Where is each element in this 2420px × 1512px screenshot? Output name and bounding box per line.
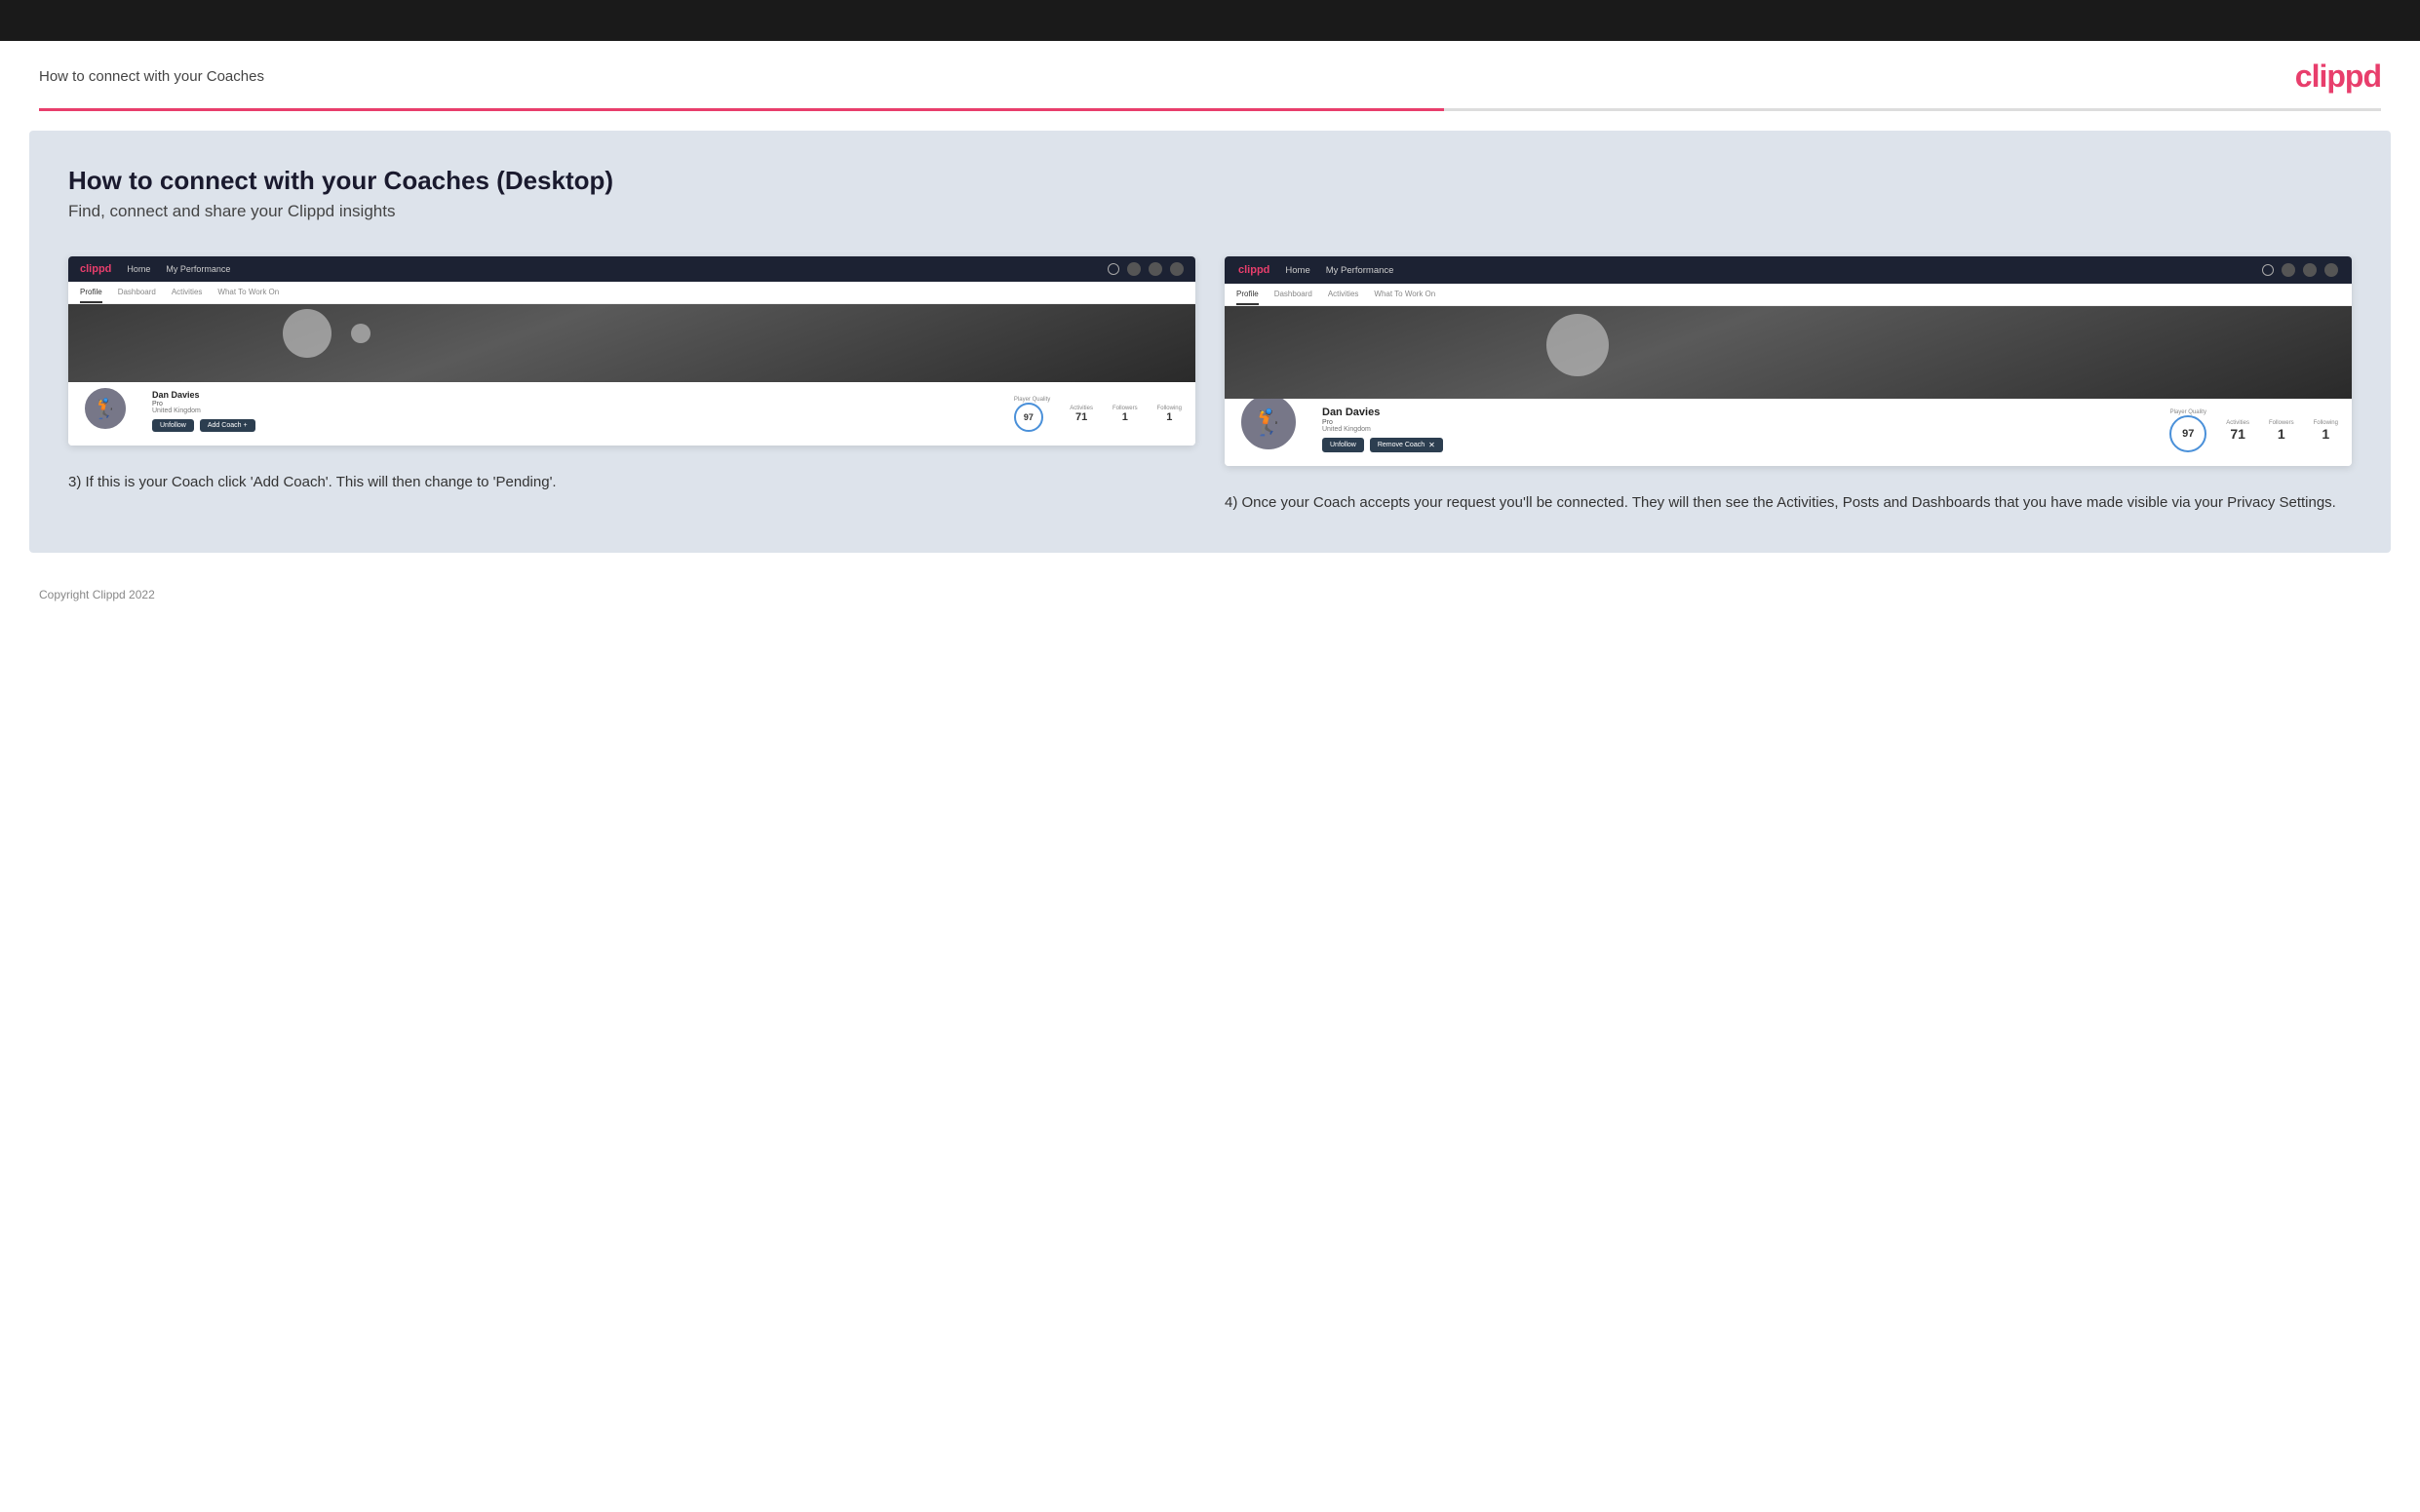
search-icon-left[interactable] xyxy=(1108,263,1119,275)
profile-buttons-right: Unfollow Remove Coach ✕ xyxy=(1322,438,2136,452)
main-content: How to connect with your Coaches (Deskto… xyxy=(29,131,2391,553)
quality-circle-left: 97 xyxy=(1014,403,1043,432)
activities-value-right: 71 xyxy=(2226,426,2249,442)
settings-icon-right[interactable] xyxy=(2303,263,2317,277)
add-coach-button[interactable]: Add Coach + xyxy=(200,419,255,432)
following-value-left: 1 xyxy=(1157,411,1182,423)
following-value-right: 1 xyxy=(2314,426,2338,442)
mock-logo-right: clippd xyxy=(1238,264,1269,276)
mock-nav-home-left[interactable]: Home xyxy=(127,264,150,274)
profile-name-left: Dan Davies xyxy=(152,390,981,400)
header: How to connect with your Coaches clippd xyxy=(0,41,2420,108)
nav-icons-right xyxy=(2262,263,2338,277)
mock-nav-right: clippd Home My Performance xyxy=(1225,256,2352,284)
quality-label-left: Player Quality xyxy=(1014,397,1050,403)
profile-name-right: Dan Davies xyxy=(1322,407,2136,418)
columns: clippd Home My Performance Profile Dashb… xyxy=(68,256,2352,514)
description-right: 4) Once your Coach accepts your request … xyxy=(1225,487,2352,514)
avatar-icon-right[interactable] xyxy=(2324,263,2338,277)
followers-value-left: 1 xyxy=(1112,411,1138,423)
profile-banner-right xyxy=(1225,306,2352,399)
profile-info-right: Dan Davies Pro United Kingdom Unfollow R… xyxy=(1322,407,2136,452)
nav-icons-left xyxy=(1108,262,1184,276)
logo: clippd xyxy=(2295,58,2381,95)
avatar-icon-left[interactable] xyxy=(1170,262,1184,276)
mock-tabs-right: Profile Dashboard Activities What To Wor… xyxy=(1225,284,2352,306)
profile-area-right: 🏌 Dan Davies Pro United Kingdom Unfollow… xyxy=(1225,399,2352,466)
mock-logo-left: clippd xyxy=(80,263,111,275)
mock-nav-performance-left[interactable]: My Performance xyxy=(166,264,230,274)
mock-tabs-left: Profile Dashboard Activities What To Wor… xyxy=(68,282,1195,304)
unfollow-button-right[interactable]: Unfollow xyxy=(1322,438,1364,452)
stat-followers-right: Followers 1 xyxy=(2269,420,2294,442)
stat-quality-left: Player Quality 97 xyxy=(1014,397,1050,432)
tab-activities-left[interactable]: Activities xyxy=(172,288,203,303)
avatar-right: 🏌 xyxy=(1238,392,1299,452)
mock-nav-performance-right[interactable]: My Performance xyxy=(1326,265,1394,276)
tab-dashboard-right[interactable]: Dashboard xyxy=(1274,290,1312,305)
tab-what-to-work-on-right[interactable]: What To Work On xyxy=(1374,290,1435,305)
profile-location-left: United Kingdom xyxy=(152,407,981,414)
screenshot-right: clippd Home My Performance Profile Dashb… xyxy=(1225,256,2352,466)
tab-profile-right[interactable]: Profile xyxy=(1236,290,1259,305)
profile-area-left: 🏌 Dan Davies Pro United Kingdom Unfollow… xyxy=(68,382,1195,446)
description-left: 3) If this is your Coach click 'Add Coac… xyxy=(68,467,1195,493)
stat-quality-right: Player Quality 97 xyxy=(2169,409,2206,452)
avatar-figure-left: 🏌 xyxy=(94,397,118,421)
main-subheading: Find, connect and share your Clippd insi… xyxy=(68,202,2352,221)
profile-badge-right: Pro xyxy=(1322,419,2136,426)
main-heading: How to connect with your Coaches (Deskto… xyxy=(68,166,2352,196)
profile-badge-left: Pro xyxy=(152,401,981,407)
tab-dashboard-left[interactable]: Dashboard xyxy=(118,288,156,303)
mock-stats-left: Player Quality 97 Activities 71 Follower… xyxy=(1004,397,1182,432)
profile-info-left: Dan Davies Pro United Kingdom Unfollow A… xyxy=(152,390,981,432)
top-bar xyxy=(0,0,2420,41)
page-title: How to connect with your Coaches xyxy=(39,68,264,85)
stat-following-left: Following 1 xyxy=(1157,406,1182,423)
mock-nav-home-right[interactable]: Home xyxy=(1285,265,1309,276)
followers-value-right: 1 xyxy=(2269,426,2294,442)
screenshot-left: clippd Home My Performance Profile Dashb… xyxy=(68,256,1195,446)
tab-profile-left[interactable]: Profile xyxy=(80,288,102,303)
stat-followers-left: Followers 1 xyxy=(1112,406,1138,423)
copyright: Copyright Clippd 2022 xyxy=(39,588,155,601)
header-divider xyxy=(39,108,2381,111)
left-column: clippd Home My Performance Profile Dashb… xyxy=(68,256,1195,514)
avatar-figure-right: 🏌 xyxy=(1253,407,1284,438)
tab-what-to-work-on-left[interactable]: What To Work On xyxy=(217,288,279,303)
tab-activities-right[interactable]: Activities xyxy=(1328,290,1359,305)
activities-value-left: 71 xyxy=(1070,411,1093,423)
footer: Copyright Clippd 2022 xyxy=(0,572,2420,617)
avatar-left: 🏌 xyxy=(82,385,129,432)
profile-icon-right[interactable] xyxy=(2282,263,2295,277)
mock-nav-left: clippd Home My Performance xyxy=(68,256,1195,282)
profile-icon-left[interactable] xyxy=(1127,262,1141,276)
stat-activities-left: Activities 71 xyxy=(1070,406,1093,423)
stat-activities-right: Activities 71 xyxy=(2226,420,2249,442)
profile-banner-left xyxy=(68,304,1195,382)
mock-stats-right: Player Quality 97 Activities 71 Follower… xyxy=(2160,409,2338,452)
stat-following-right: Following 1 xyxy=(2314,420,2338,442)
quality-label-right: Player Quality xyxy=(2169,409,2206,415)
unfollow-button-left[interactable]: Unfollow xyxy=(152,419,194,432)
right-column: clippd Home My Performance Profile Dashb… xyxy=(1225,256,2352,514)
profile-location-right: United Kingdom xyxy=(1322,426,2136,433)
profile-buttons-left: Unfollow Add Coach + xyxy=(152,419,981,432)
search-icon-right[interactable] xyxy=(2262,264,2274,276)
quality-circle-right: 97 xyxy=(2169,415,2206,452)
settings-icon-left[interactable] xyxy=(1149,262,1162,276)
remove-coach-button[interactable]: Remove Coach ✕ xyxy=(1370,438,1443,452)
